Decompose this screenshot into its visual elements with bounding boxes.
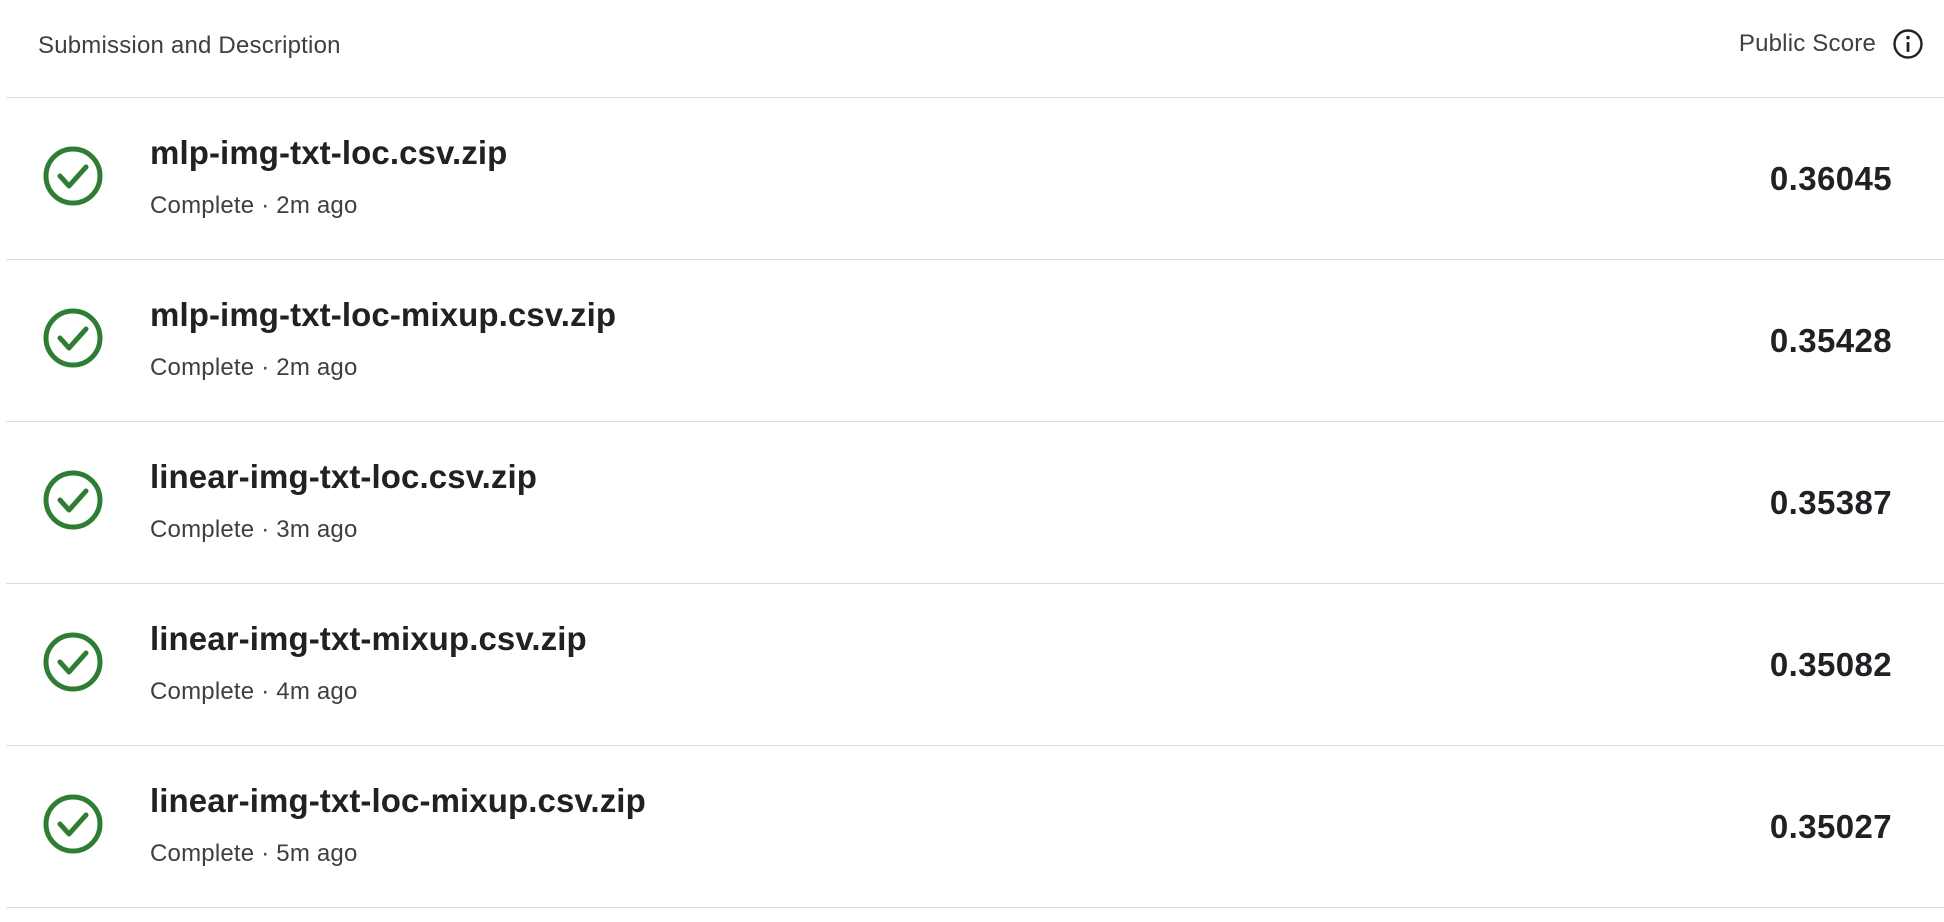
info-icon[interactable] — [1892, 28, 1924, 60]
time-ago: 4m ago — [276, 678, 358, 705]
public-score: 0.35082 — [1769, 646, 1892, 683]
table-row[interactable]: mlp-img-txt-loc-mixup.csv.zip Complete ·… — [6, 260, 1944, 422]
submission-meta: Complete · 5m ago — [150, 840, 358, 868]
submission-meta: Complete · 4m ago — [150, 678, 358, 706]
column-header-score-group: Public Score — [1739, 28, 1924, 60]
meta-separator: · — [261, 678, 270, 705]
status-text: Complete — [150, 678, 255, 705]
submissions-table: Submission and Description Public Score … — [6, 0, 1944, 908]
column-header-public-score: Public Score — [1738, 30, 1876, 57]
submission-meta: Complete · 3m ago — [150, 516, 358, 544]
submission-name[interactable]: mlp-img-txt-loc.csv.zip — [150, 134, 507, 172]
time-ago: 5m ago — [276, 840, 358, 867]
check-circle-icon — [42, 307, 104, 369]
table-row[interactable]: linear-img-txt-loc.csv.zip Complete · 3m… — [6, 422, 1944, 584]
meta-separator: · — [261, 354, 270, 381]
public-score: 0.36045 — [1769, 160, 1892, 197]
status-text: Complete — [150, 516, 255, 543]
column-header-submission: Submission and Description — [38, 32, 341, 59]
table-row[interactable]: mlp-img-txt-loc.csv.zip Complete · 2m ag… — [6, 98, 1944, 260]
status-text: Complete — [150, 840, 255, 867]
time-ago: 2m ago — [276, 354, 358, 381]
meta-separator: · — [261, 192, 270, 219]
submission-name[interactable]: linear-img-txt-mixup.csv.zip — [150, 620, 587, 658]
table-header: Submission and Description Public Score — [6, 0, 1944, 98]
check-circle-icon — [42, 631, 104, 693]
public-score: 0.35387 — [1769, 484, 1892, 521]
status-text: Complete — [150, 192, 255, 219]
check-circle-icon — [42, 793, 104, 855]
meta-separator: · — [261, 840, 270, 867]
submission-meta: Complete · 2m ago — [150, 354, 358, 382]
table-row[interactable]: linear-img-txt-mixup.csv.zip Complete · … — [6, 584, 1944, 746]
time-ago: 2m ago — [276, 192, 358, 219]
submission-name[interactable]: linear-img-txt-loc.csv.zip — [150, 458, 537, 496]
check-circle-icon — [42, 469, 104, 531]
submission-meta: Complete · 2m ago — [150, 192, 358, 220]
public-score: 0.35027 — [1769, 808, 1892, 845]
check-circle-icon — [42, 145, 104, 207]
public-score: 0.35428 — [1769, 322, 1892, 359]
status-text: Complete — [150, 354, 255, 381]
time-ago: 3m ago — [276, 516, 358, 543]
meta-separator: · — [261, 516, 270, 543]
table-row[interactable]: linear-img-txt-loc-mixup.csv.zip Complet… — [6, 746, 1944, 908]
submission-name[interactable]: linear-img-txt-loc-mixup.csv.zip — [150, 782, 646, 820]
submission-name[interactable]: mlp-img-txt-loc-mixup.csv.zip — [150, 296, 616, 334]
